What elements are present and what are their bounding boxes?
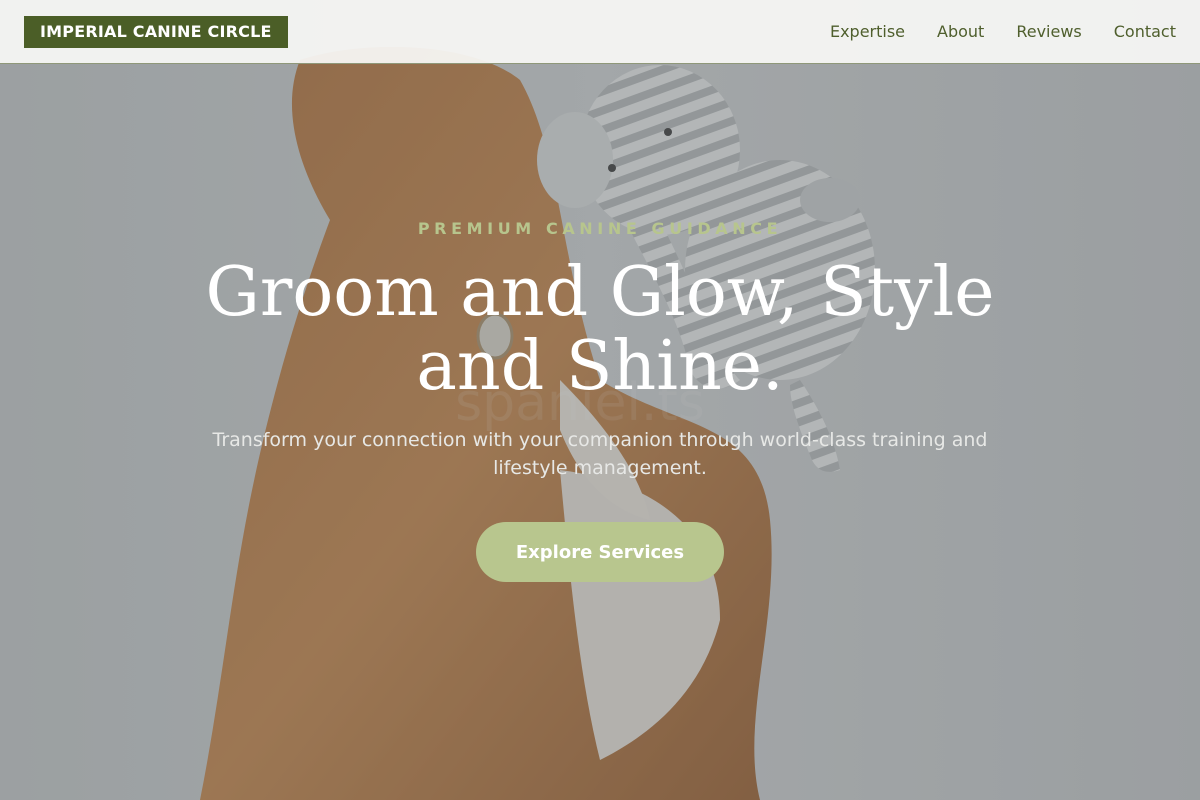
hero-eyebrow: PREMIUM CANINE GUIDANCE [417,219,783,238]
hero-headline: Groom and Glow, Style and Shine. [205,253,995,406]
hero-content: PREMIUM CANINE GUIDANCE Groom and Glow, … [0,0,1200,800]
hero-subtitle: Transform your connection with your comp… [212,429,988,479]
explore-services-button[interactable]: Explore Services [476,522,724,582]
